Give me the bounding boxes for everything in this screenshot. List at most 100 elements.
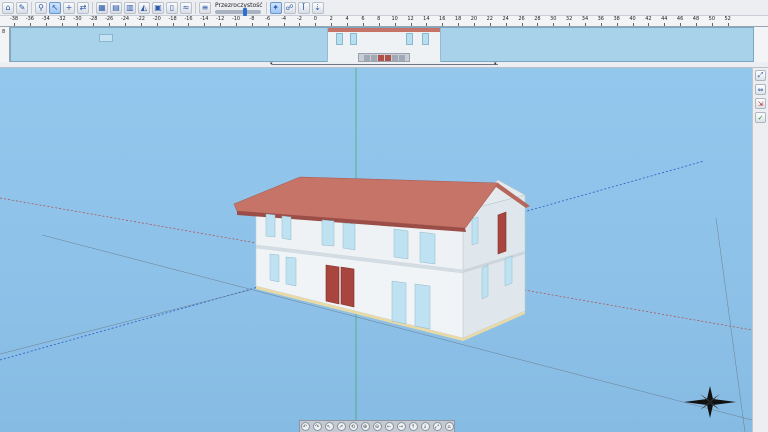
- front-door: [325, 264, 340, 305]
- ruler-tick-label: -32: [57, 16, 66, 22]
- ruler-tick: [473, 23, 475, 26]
- elevation-tool-icon[interactable]: [370, 54, 377, 61]
- zoom-extents-icon[interactable]: ⤢: [755, 70, 766, 81]
- ruler-tick-label: -10: [231, 16, 241, 22]
- ruler-tick: [93, 23, 95, 26]
- ruler-tick-label: 8: [377, 16, 381, 22]
- ruler-tick: [283, 23, 285, 26]
- horizontal-ruler: -38 -36 -34 -32 -30 -28 -26 -24 -22 -20 -18 -16 -14-…: [0, 16, 768, 27]
- ruler-tick: [489, 23, 491, 26]
- ruler-tick: [553, 23, 555, 26]
- ruler-tick: [347, 23, 349, 26]
- level-down-icon[interactable]: ⇣: [311, 1, 324, 14]
- nav-control-icon[interactable]: ⌂: [444, 422, 454, 431]
- grid-line: [0, 289, 251, 355]
- nav-control-icon[interactable]: ↓: [420, 422, 430, 431]
- ruler-tick-label: -34: [41, 16, 50, 22]
- nav-control-icon[interactable]: ←: [384, 422, 394, 431]
- transparency-slider-knob[interactable]: [243, 7, 247, 16]
- ruler-tick: [362, 23, 364, 26]
- home-view-icon[interactable]: ⌂: [2, 1, 14, 14]
- select-icon[interactable]: ✎: [16, 1, 28, 14]
- nav-control-icon[interactable]: ↖: [324, 422, 334, 431]
- fit-view-icon[interactable]: ⇔: [755, 84, 766, 95]
- ruler-tick-label: -20: [152, 16, 161, 22]
- wall-icon[interactable]: ▥: [124, 1, 136, 14]
- window: [265, 213, 276, 238]
- zoom-icon[interactable]: ⚲: [35, 1, 47, 14]
- select-arrow-icon[interactable]: ↖: [49, 1, 61, 14]
- ruler-tick-label: -30: [73, 16, 82, 22]
- stairs-icon[interactable]: ≡: [199, 1, 211, 14]
- roof-icon[interactable]: ◭: [138, 1, 150, 14]
- ruler-tick-label: 32: [565, 16, 573, 22]
- window: [393, 228, 409, 260]
- render-icon[interactable]: ✦: [269, 1, 282, 14]
- nav-control-icon[interactable]: ⊖: [372, 422, 382, 431]
- 3d-viewport[interactable]: [0, 68, 752, 432]
- nav-control-icon[interactable]: ⟲: [348, 422, 358, 431]
- window: [321, 219, 335, 247]
- nav-control-icon[interactable]: ⊕: [360, 422, 370, 431]
- splitter-arrow-icon[interactable]: ▾: [494, 61, 497, 67]
- toolbar-separator: [195, 1, 196, 14]
- ruler-tick-label: 38: [613, 16, 620, 22]
- nav-control-icon[interactable]: ↷: [312, 422, 322, 431]
- window-icon[interactable]: ▣: [152, 1, 164, 14]
- door-icon[interactable]: ▯: [166, 1, 178, 14]
- ruler-tick: [156, 23, 158, 26]
- floor-plan-icon[interactable]: ▦: [96, 1, 108, 14]
- elevation-tool-icon[interactable]: [398, 54, 405, 61]
- ruler-tick-label: -4: [281, 16, 287, 22]
- elevation-window: [422, 33, 429, 45]
- side-window: [481, 264, 489, 300]
- layer-icon[interactable]: ▤: [110, 1, 122, 14]
- ruler-corner-label: 8: [2, 29, 6, 35]
- nav-control-icon[interactable]: ↶: [300, 422, 310, 431]
- elevation-tool-icon[interactable]: [363, 54, 370, 61]
- ruler-tick-label: 22: [486, 16, 493, 22]
- add-node-icon[interactable]: +: [63, 1, 75, 14]
- ruler-tick: [426, 23, 428, 26]
- ruler-tick-label: 14: [423, 16, 430, 22]
- ruler-tick: [204, 23, 206, 26]
- section-icon[interactable]: Ī: [297, 1, 310, 14]
- ruler-tick: [236, 23, 238, 26]
- grid-line: [715, 217, 746, 432]
- front-door: [340, 266, 355, 308]
- export-icon[interactable]: ⇲: [755, 98, 766, 109]
- ruler-tick-label: -28: [89, 16, 98, 22]
- elevation-tool-icon[interactable]: [377, 54, 384, 61]
- ruler-tick: [727, 23, 729, 26]
- nav-control-icon[interactable]: ↗: [336, 422, 346, 431]
- connect-icon[interactable]: ⇄: [77, 1, 89, 14]
- splitter-arrow-icon[interactable]: ▾: [270, 61, 273, 67]
- ruler-tick: [267, 23, 269, 26]
- elevation-view[interactable]: [10, 27, 754, 63]
- nav-control-icon[interactable]: →: [396, 422, 406, 431]
- ruler-tick: [109, 23, 111, 26]
- terrain-icon[interactable]: ≈: [180, 1, 192, 14]
- window: [269, 253, 280, 283]
- ruler-tick: [394, 23, 396, 26]
- compass-rose-icon[interactable]: [684, 386, 736, 418]
- splitter-handle[interactable]: [272, 64, 498, 65]
- elevation-tool-icon[interactable]: [384, 54, 391, 61]
- ruler-tick-label: 16: [439, 16, 446, 22]
- ruler-tick-label: 2: [329, 16, 333, 22]
- walk-icon[interactable]: ☍: [283, 1, 296, 14]
- ruler-tick: [458, 23, 460, 26]
- transparency-slider[interactable]: [215, 7, 261, 16]
- ruler-tick-label: 44: [661, 16, 668, 22]
- visibility-icon[interactable]: ✓: [755, 112, 766, 123]
- ruler-tick-label: -24: [120, 16, 130, 22]
- ruler-tick-label: 28: [534, 16, 541, 22]
- right-tool-sidebar: ⤢ ⇔ ⇲ ✓: [752, 68, 768, 432]
- ruler-tick-label: 46: [676, 16, 684, 22]
- nav-control-icon[interactable]: ↑: [408, 422, 418, 431]
- ruler-tick-label: -22: [136, 16, 145, 22]
- elevation-tool-icon[interactable]: [391, 54, 398, 61]
- elevation-view-toolbar[interactable]: [358, 53, 410, 62]
- ruler-tick-label: 36: [597, 16, 604, 22]
- nav-control-icon[interactable]: ⤢: [432, 422, 442, 431]
